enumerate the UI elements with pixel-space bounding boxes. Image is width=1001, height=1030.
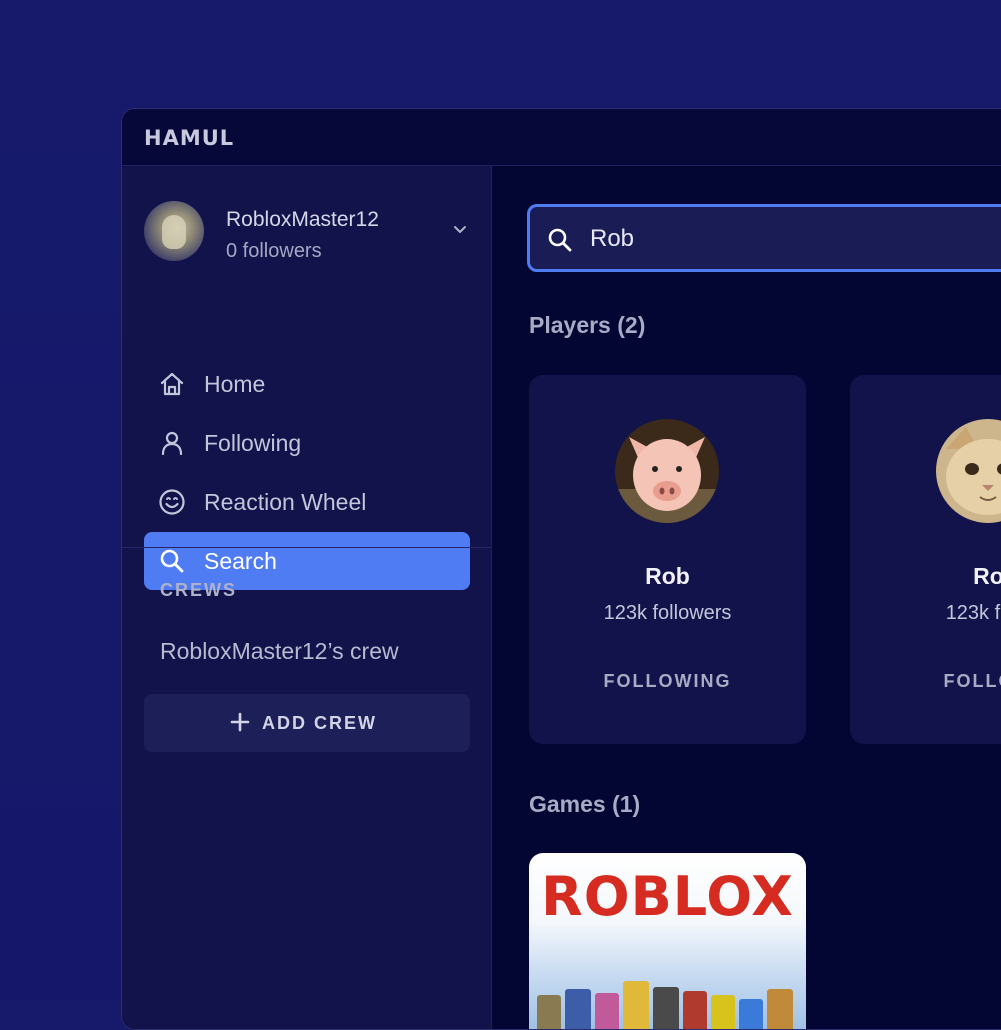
player-card[interactable]: Rob 123k followers FOLLOWING — [529, 375, 806, 744]
follow-button[interactable]: FOLLOW — [850, 671, 1001, 692]
player-name: Ro — [973, 563, 1001, 589]
cat-avatar — [936, 419, 1001, 523]
sidebar: RobloxMaster12 0 followers Home Followin… — [122, 166, 492, 1029]
user-followers: 0 followers — [226, 240, 322, 262]
search-icon — [160, 549, 184, 573]
app-logo: HAMUL — [144, 126, 235, 150]
app-window: HAMUL RobloxMaster12 0 followers Home Fo… — [121, 108, 1001, 1030]
sidebar-divider — [122, 547, 491, 548]
add-crew-label: ADD CREW — [262, 713, 377, 733]
smile-icon — [159, 489, 185, 515]
player-followers: 123k follo — [945, 602, 1001, 624]
nav-item-label: Search — [204, 548, 277, 574]
player-card[interactable]: Ro 123k follo FOLLOW — [850, 375, 1001, 744]
following-button[interactable]: FOLLOWING — [529, 671, 806, 692]
chevron-down-icon[interactable] — [452, 221, 468, 237]
plus-icon — [230, 712, 250, 732]
game-title: ROBLOX — [541, 865, 794, 928]
user-menu[interactable]: RobloxMaster12 0 followers — [144, 201, 474, 262]
player-name: Rob — [645, 563, 690, 589]
user-avatar — [144, 201, 204, 261]
nav-item-following[interactable]: Following — [144, 414, 470, 472]
person-icon — [161, 431, 183, 456]
search-icon — [548, 228, 572, 252]
games-heading: Games (1) — [529, 791, 641, 817]
title-bar: HAMUL — [122, 109, 1001, 166]
nav-item-label: Reaction Wheel — [204, 489, 367, 515]
home-icon — [160, 372, 184, 396]
add-crew-button[interactable]: ADD CREW — [144, 694, 470, 752]
nav-item-label: Following — [204, 430, 302, 456]
nav-item-reaction-wheel[interactable]: Reaction Wheel — [144, 473, 470, 531]
search-field[interactable] — [527, 204, 1001, 272]
user-name: RobloxMaster12 — [226, 208, 379, 231]
crew-item[interactable]: RobloxMaster12’s crew — [160, 638, 399, 665]
players-heading: Players (2) — [529, 312, 646, 338]
crews-heading: CREWS — [160, 580, 237, 600]
nav-item-label: Home — [204, 371, 266, 397]
game-card-roblox[interactable]: ROBLOX — [529, 853, 806, 1029]
nav-item-home[interactable]: Home — [144, 355, 470, 413]
pig-avatar — [615, 419, 719, 523]
player-followers: 123k followers — [603, 602, 732, 624]
search-input[interactable] — [588, 221, 1001, 257]
